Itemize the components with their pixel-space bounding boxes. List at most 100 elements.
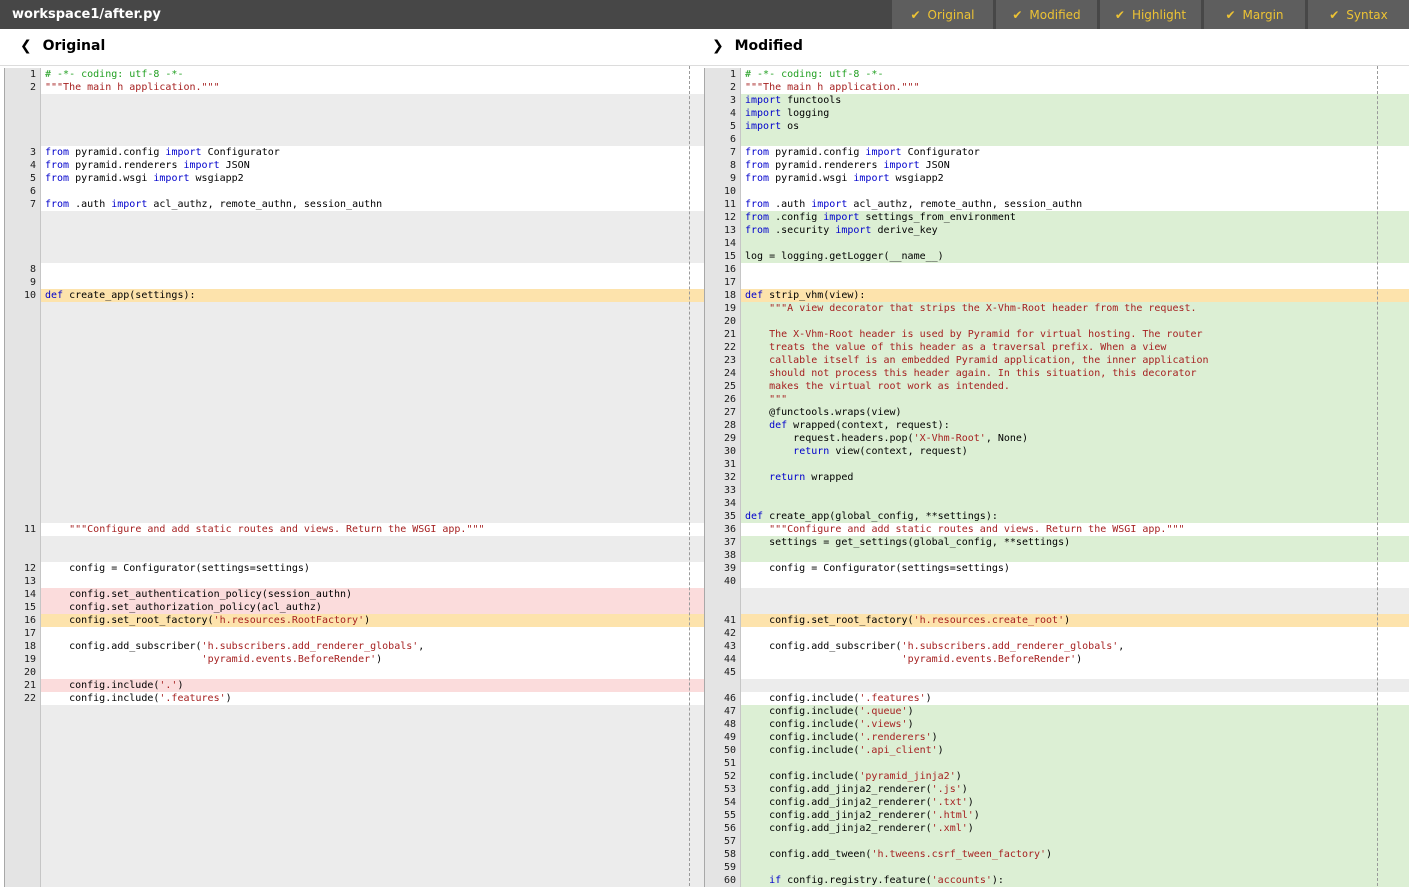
line-number xyxy=(4,250,41,263)
filler-line xyxy=(0,211,704,224)
line-number xyxy=(4,120,41,133)
line-number: 11 xyxy=(704,198,741,211)
line-number xyxy=(4,328,41,341)
code-line: 19 'pyramid.events.BeforeRender') xyxy=(0,653,704,666)
check-icon: ✔ xyxy=(1012,8,1022,22)
code-text xyxy=(41,120,704,133)
line-number xyxy=(4,380,41,393)
code-line: 40 xyxy=(704,575,1409,588)
filler-line xyxy=(704,588,1409,601)
code-text: """ xyxy=(741,393,1409,406)
file-title: workspace1/after.py xyxy=(0,0,889,29)
line-number: 14 xyxy=(704,237,741,250)
code-text xyxy=(41,341,704,354)
original-pane-header: ❮ Original xyxy=(0,29,704,65)
code-text xyxy=(41,302,704,315)
line-number: 40 xyxy=(704,575,741,588)
code-line: 35def create_app(global_config, **settin… xyxy=(704,510,1409,523)
filler-line xyxy=(0,809,704,822)
code-text: if config.registry.feature('accounts'): xyxy=(741,874,1409,887)
line-number xyxy=(4,107,41,120)
code-line: 15 config.set_authorization_policy(acl_a… xyxy=(0,601,704,614)
code-line: 9from pyramid.wsgi import wsgiapp2 xyxy=(704,172,1409,185)
code-line: 23 callable itself is an embedded Pyrami… xyxy=(704,354,1409,367)
filler-line xyxy=(0,250,704,263)
code-text: config.include('.features') xyxy=(741,692,1409,705)
code-text: # -*- coding: utf-8 -*- xyxy=(41,68,704,81)
code-text xyxy=(741,315,1409,328)
code-text xyxy=(41,107,704,120)
code-line: 17 xyxy=(704,276,1409,289)
line-number: 53 xyxy=(704,783,741,796)
filler-line xyxy=(0,367,704,380)
code-text xyxy=(741,484,1409,497)
code-line: 57 xyxy=(704,835,1409,848)
filler-line xyxy=(0,744,704,757)
line-number: 10 xyxy=(4,289,41,302)
toggle-syntax-button[interactable]: ✔ Syntax xyxy=(1308,0,1409,29)
line-number: 20 xyxy=(704,315,741,328)
code-line: 14 config.set_authentication_policy(sess… xyxy=(0,588,704,601)
code-text xyxy=(41,484,704,497)
code-line: 46 config.include('.features') xyxy=(704,692,1409,705)
collapse-modified-icon[interactable]: ❯ xyxy=(712,38,724,54)
line-number: 31 xyxy=(704,458,741,471)
filler-line xyxy=(0,406,704,419)
code-text xyxy=(741,601,1409,614)
line-number xyxy=(4,757,41,770)
filler-line xyxy=(0,796,704,809)
line-number xyxy=(4,484,41,497)
line-number: 52 xyxy=(704,770,741,783)
code-text xyxy=(41,705,704,718)
code-line: 3import functools xyxy=(704,94,1409,107)
line-number: 16 xyxy=(4,614,41,627)
line-number: 49 xyxy=(704,731,741,744)
toggle-modified-button[interactable]: ✔ Modified xyxy=(996,0,1097,29)
code-line: 20 xyxy=(0,666,704,679)
code-text: # -*- coding: utf-8 -*- xyxy=(741,68,1409,81)
code-line: 41 config.set_root_factory('h.resources.… xyxy=(704,614,1409,627)
code-line: 22 config.include('.features') xyxy=(0,692,704,705)
code-text: config.add_subscriber('h.subscribers.add… xyxy=(41,640,704,653)
line-number: 29 xyxy=(704,432,741,445)
line-number: 37 xyxy=(704,536,741,549)
code-line: 22 treats the value of this header as a … xyxy=(704,341,1409,354)
code-text: def create_app(global_config, **settings… xyxy=(741,510,1409,523)
code-text xyxy=(741,861,1409,874)
line-number: 3 xyxy=(704,94,741,107)
window-titlebar: workspace1/after.py ✔ Original ✔ Modifie… xyxy=(0,0,1409,29)
line-number xyxy=(4,783,41,796)
toggle-margin-label: Margin xyxy=(1243,8,1284,22)
code-text xyxy=(41,250,704,263)
line-number xyxy=(4,94,41,107)
line-number: 17 xyxy=(4,627,41,640)
line-number xyxy=(4,497,41,510)
line-number xyxy=(4,419,41,432)
line-number: 4 xyxy=(4,159,41,172)
line-number xyxy=(4,744,41,757)
line-number: 23 xyxy=(704,354,741,367)
code-text: config.include('.api_client') xyxy=(741,744,1409,757)
code-line: 39 config = Configurator(settings=settin… xyxy=(704,562,1409,575)
collapse-original-icon[interactable]: ❮ xyxy=(20,38,32,54)
code-text: config.add_jinja2_renderer('.js') xyxy=(741,783,1409,796)
filler-line xyxy=(0,458,704,471)
toggle-original-button[interactable]: ✔ Original xyxy=(892,0,993,29)
line-number: 35 xyxy=(704,510,741,523)
code-line: 3from pyramid.config import Configurator xyxy=(0,146,704,159)
line-number: 56 xyxy=(704,822,741,835)
code-text: config = Configurator(settings=settings) xyxy=(41,562,704,575)
toggle-margin-button[interactable]: ✔ Margin xyxy=(1204,0,1305,29)
line-number: 4 xyxy=(704,107,741,120)
line-number: 14 xyxy=(4,588,41,601)
line-number xyxy=(4,536,41,549)
filler-line xyxy=(0,237,704,250)
code-text: The X-Vhm-Root header is used by Pyramid… xyxy=(741,328,1409,341)
filler-line xyxy=(0,315,704,328)
code-text: should not process this header again. In… xyxy=(741,367,1409,380)
line-number xyxy=(4,393,41,406)
line-number: 43 xyxy=(704,640,741,653)
code-text: settings = get_settings(global_config, *… xyxy=(741,536,1409,549)
code-text xyxy=(41,744,704,757)
toggle-highlight-button[interactable]: ✔ Highlight xyxy=(1100,0,1201,29)
